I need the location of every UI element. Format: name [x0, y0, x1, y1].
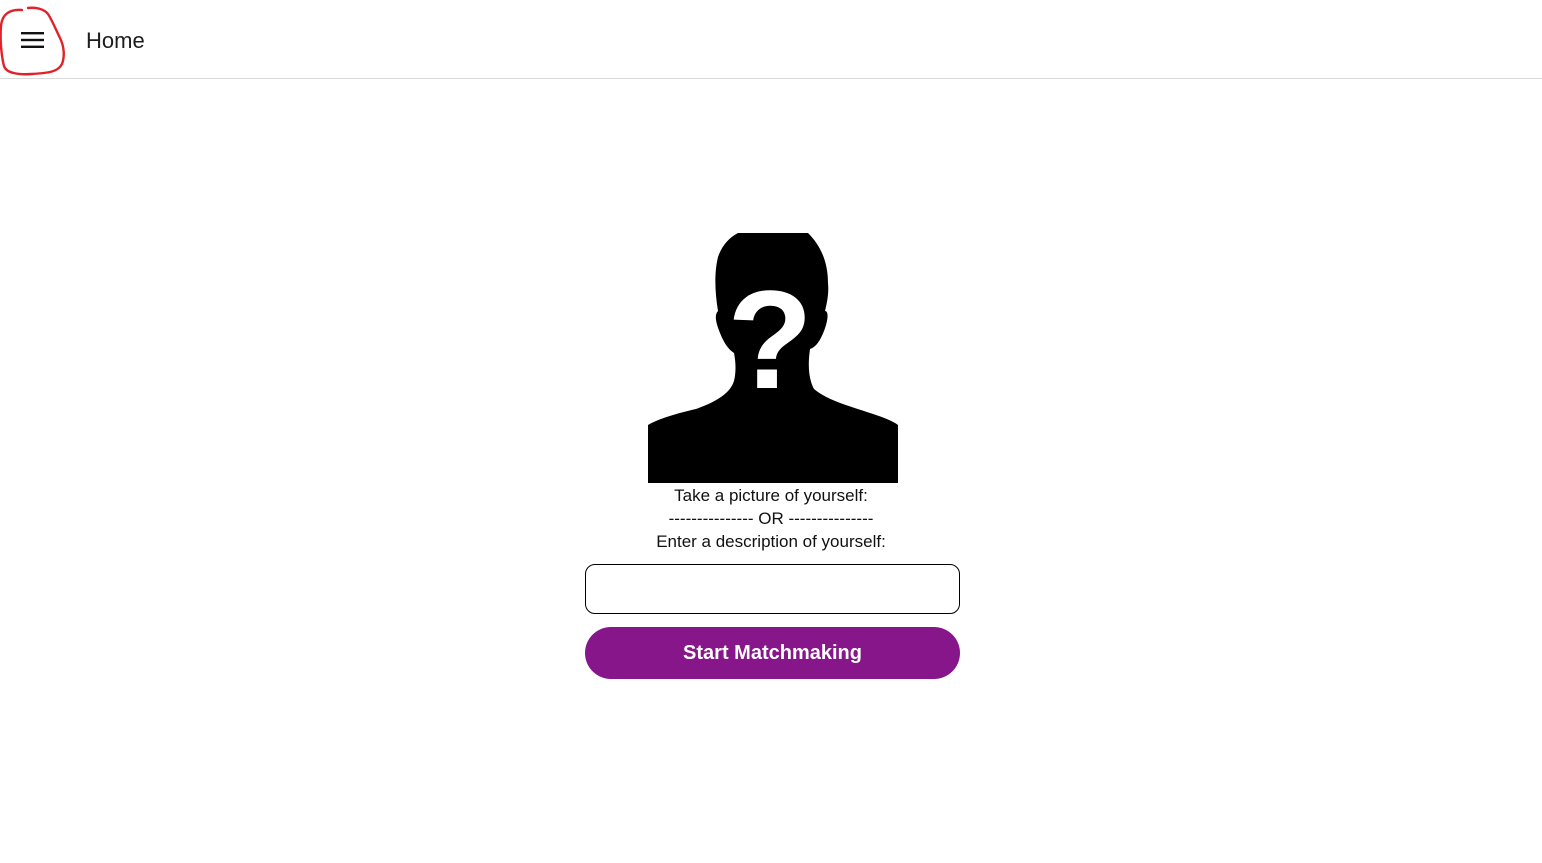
top-app-bar: Home: [0, 0, 1542, 79]
menu-button[interactable]: [10, 20, 56, 60]
hamburger-menu-icon: [21, 32, 44, 48]
unknown-person-silhouette-icon[interactable]: ?: [648, 233, 898, 483]
start-matchmaking-button[interactable]: Start Matchmaking: [585, 627, 960, 679]
description-input[interactable]: [585, 564, 960, 614]
app-root: Home ? Take a picture of yourself: -----…: [0, 0, 1542, 863]
take-picture-prompt: Take a picture of yourself:: [674, 486, 868, 505]
question-mark-glyph: ?: [727, 261, 813, 418]
main-content: ? Take a picture of yourself: ----------…: [0, 80, 1542, 863]
enter-description-prompt: Enter a description of yourself:: [656, 532, 886, 551]
page-title: Home: [86, 28, 145, 53]
or-separator: --------------- OR ---------------: [668, 509, 874, 528]
